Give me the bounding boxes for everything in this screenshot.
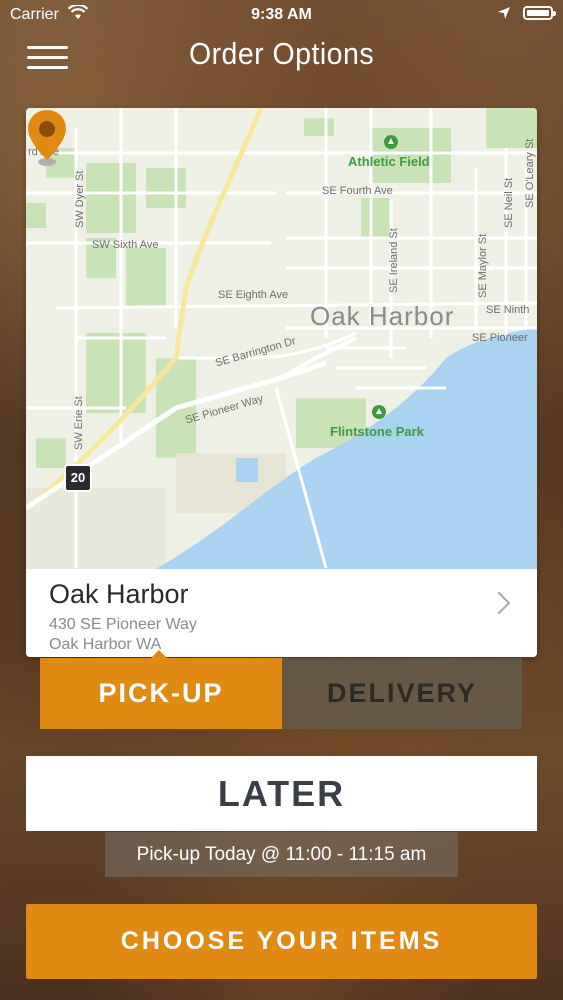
park-label: Athletic Field [348, 154, 430, 169]
address-line-1: 430 SE Pioneer Way [49, 616, 197, 633]
location-name: Oak Harbor [49, 579, 189, 609]
map-street-label: SE Maylor St [477, 233, 489, 298]
map-pin-icon[interactable] [26, 108, 68, 168]
park-label: Flintstone Park [330, 424, 424, 439]
battery-icon [523, 6, 556, 20]
map-view[interactable]: rd Ave SW Dyer St SW Sixth Ave SE Fourth… [26, 108, 537, 569]
address-row[interactable]: Oak Harbor 430 SE Pioneer Way Oak Harbor… [26, 569, 537, 657]
map-street-label: SE Ninth [486, 304, 530, 316]
nav-bar: Order Options [0, 30, 563, 78]
park-icon: ▲ [384, 135, 398, 149]
location-card: rd Ave SW Dyer St SW Sixth Ave SE Fourth… [26, 108, 537, 657]
status-bar: Carrier 9:38 AM [0, 0, 563, 30]
pickup-tab[interactable]: PICK-UP [40, 658, 282, 729]
choose-items-button[interactable]: CHOOSE YOUR ITEMS [26, 904, 537, 979]
status-time: 9:38 AM [251, 6, 312, 23]
page-title: Order Options [188, 36, 375, 71]
pickup-time-label: Pick-up Today @ 11:00 - 11:15 am [105, 832, 458, 877]
delivery-tab[interactable]: DELIVERY [282, 658, 522, 729]
map-street-label: SE Pioneer [472, 332, 528, 344]
park-icon: ▲ [372, 405, 386, 419]
address-line-2: Oak Harbor WA [49, 636, 162, 653]
route-shield-icon: 20 [64, 464, 92, 492]
map-street-label: SE Neil St [503, 177, 515, 228]
map-street-label: SW Dyer St [74, 170, 86, 228]
location-arrow-icon [497, 6, 511, 25]
chevron-right-icon[interactable] [487, 591, 511, 615]
map-street-label: SE Ireland St [388, 228, 400, 293]
map-city-label: Oak Harbor [310, 301, 455, 331]
map-street-label: SE Fourth Ave [322, 185, 393, 197]
map-street-label: SW Erie St [73, 396, 85, 450]
map-street-label: SE O'Leary St [524, 138, 536, 208]
later-button[interactable]: LATER [26, 756, 537, 831]
map-street-label: SW Sixth Ave [92, 239, 159, 251]
map-street-label: SE Eighth Ave [218, 289, 289, 301]
